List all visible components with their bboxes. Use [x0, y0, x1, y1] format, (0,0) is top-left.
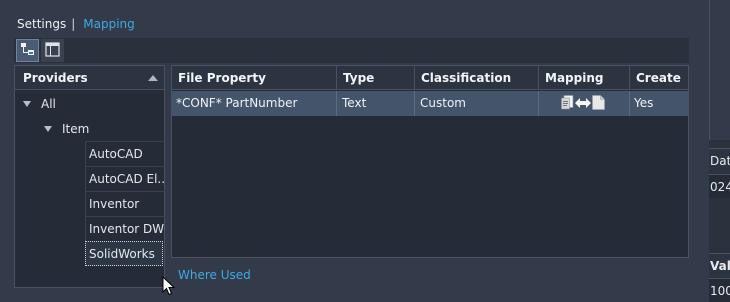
document-icon — [592, 95, 605, 113]
file-property-icon — [561, 95, 574, 113]
tree-leaf-inventor-dwg[interactable]: Inventor DWG — [85, 216, 165, 241]
right-label-data: Data — [710, 154, 730, 168]
column-classification[interactable]: Classification — [415, 66, 539, 90]
tree-node-all-label: All — [41, 96, 56, 111]
cell-file-property: *CONF* PartNumber — [172, 91, 337, 116]
nav-settings[interactable]: Settings — [17, 17, 66, 31]
table-row[interactable]: *CONF* PartNumber Text Custom Yes — [172, 91, 688, 116]
where-used-link[interactable]: Where Used — [178, 268, 251, 282]
sort-ascending-icon[interactable] — [148, 75, 158, 81]
mouse-pointer-icon — [162, 275, 176, 299]
column-mapping[interactable]: Mapping — [539, 66, 630, 90]
nav-separator: | — [71, 17, 76, 31]
mapping-icons — [539, 91, 629, 113]
table-view-button[interactable] — [41, 39, 64, 62]
cell-type: Text — [337, 91, 415, 116]
column-file-property[interactable]: File Property — [172, 66, 337, 90]
cell-create: Yes — [634, 96, 654, 110]
providers-header-label: Providers — [23, 71, 88, 85]
cell-mapping[interactable] — [539, 91, 630, 116]
tree-leaf-autocad[interactable]: AutoCAD — [85, 141, 165, 166]
expand-arrow-icon[interactable] — [23, 100, 31, 107]
tree-leaf-inventor[interactable]: Inventor — [85, 191, 165, 216]
right-label-val: Val — [710, 259, 730, 273]
tree-node-all[interactable]: All — [23, 91, 56, 116]
grid-header: File Property Type Classification Mappin… — [172, 66, 688, 90]
tree-node-item-label: Item — [62, 121, 90, 136]
tree-node-item[interactable]: Item — [44, 116, 89, 141]
nav-mapping-link[interactable]: Mapping — [83, 17, 135, 31]
right-top-panel — [709, 0, 730, 140]
tree-leaf-solidworks[interactable]: SolidWorks — [85, 241, 163, 266]
breadcrumb-nav: Settings | Mapping — [17, 15, 135, 33]
cell-classification: Custom — [415, 91, 539, 116]
bidirectional-arrow-icon — [575, 97, 591, 112]
toolbar — [14, 38, 689, 63]
mapping-grid: File Property Type Classification Mappin… — [171, 65, 689, 258]
right-label-024: 024 — [710, 180, 730, 194]
column-create[interactable]: Create — [630, 66, 688, 90]
column-type[interactable]: Type — [337, 66, 415, 90]
tree-view-button[interactable] — [16, 39, 39, 62]
expand-arrow-icon[interactable] — [44, 125, 52, 132]
tree-view-icon — [20, 42, 35, 60]
providers-header[interactable]: Providers — [15, 66, 164, 90]
table-view-icon — [45, 41, 60, 60]
right-label-100: 100 — [710, 284, 730, 298]
tree-leaf-autocad-electrical[interactable]: AutoCAD El... — [85, 166, 165, 191]
providers-panel: Providers All Item AutoCAD AutoCAD El...… — [14, 65, 165, 288]
